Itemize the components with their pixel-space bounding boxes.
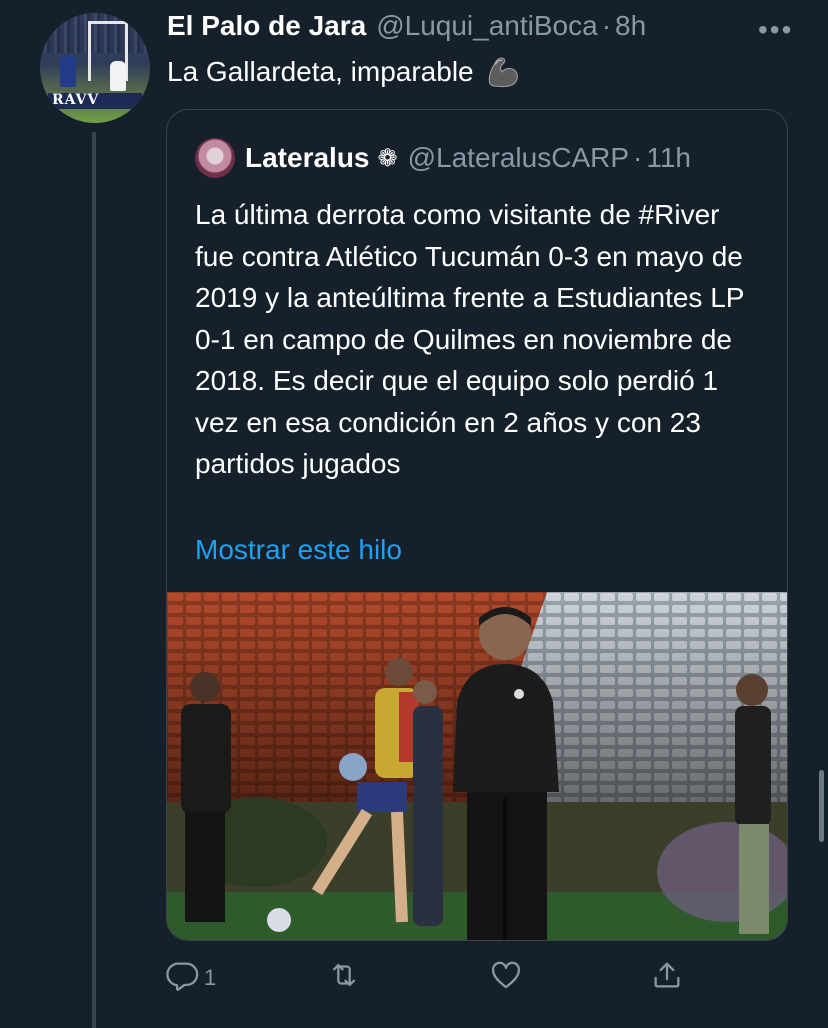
flexed-biceps-icon <box>484 55 522 89</box>
flower-badge-icon: ❁ <box>377 144 398 172</box>
share-icon <box>650 958 684 998</box>
author-handle[interactable]: @Luqui_antiBoca <box>376 10 597 42</box>
tweet[interactable]: RAVV El Palo de Jara @Luqui_antiBoca · 8… <box>0 0 828 1028</box>
more-options-icon[interactable]: ••• <box>758 14 793 46</box>
tweet-header: El Palo de Jara @Luqui_antiBoca · 8h <box>167 10 646 42</box>
tweet-text: La Gallardeta, imparable <box>167 56 474 87</box>
author-avatar[interactable]: RAVV <box>40 13 150 123</box>
like-icon <box>489 958 523 998</box>
avatar-band-text: RAVV <box>52 92 100 108</box>
show-thread-link[interactable]: Mostrar este hilo <box>195 534 402 566</box>
tweet-text-row: La Gallardeta, imparable <box>167 55 522 89</box>
avatar-player-blue <box>60 55 76 87</box>
reply-button[interactable]: 1 <box>166 958 216 998</box>
avatar-player-white <box>110 61 126 91</box>
share-button[interactable] <box>650 958 684 998</box>
stadium-photo-illustration <box>167 592 787 940</box>
quoted-text: La última derrota como visitante de #Riv… <box>195 199 744 479</box>
quoted-author-name[interactable]: Lateralus <box>245 142 370 174</box>
quoted-time[interactable]: 11h <box>646 142 691 174</box>
quoted-header: Lateralus ❁ @LateralusCARP · 11h <box>195 138 691 178</box>
action-bar: 1 <box>0 958 828 998</box>
quoted-separator: · <box>633 142 643 173</box>
reply-count: 1 <box>204 965 217 990</box>
author-name[interactable]: El Palo de Jara <box>167 10 366 42</box>
scrollbar[interactable] <box>819 770 824 842</box>
reply-icon <box>166 958 200 998</box>
quoted-author-avatar[interactable] <box>195 138 235 178</box>
quoted-photo[interactable] <box>167 592 787 940</box>
thread-line <box>92 132 96 1028</box>
quoted-author-handle[interactable]: @LateralusCARP <box>408 142 629 174</box>
retweet-button[interactable] <box>327 958 361 998</box>
tweet-time[interactable]: 8h <box>615 10 646 42</box>
separator: · <box>601 10 612 41</box>
retweet-icon <box>327 958 361 998</box>
quoted-tweet[interactable]: Lateralus ❁ @LateralusCARP · 11h La últi… <box>166 109 788 941</box>
like-button[interactable] <box>489 958 523 998</box>
